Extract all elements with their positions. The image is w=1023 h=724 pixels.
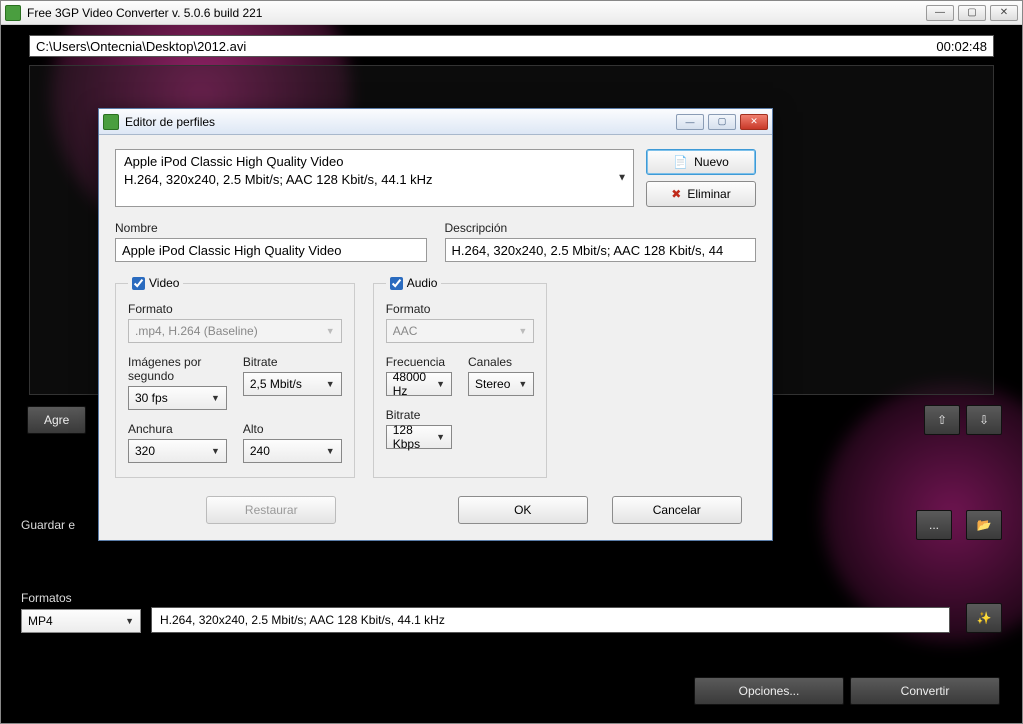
profile-editor-button[interactable]: ✨	[966, 603, 1002, 633]
dialog-maximize-button[interactable]: ▢	[708, 114, 736, 130]
profile-select[interactable]: Apple iPod Classic High Quality Video H.…	[115, 149, 634, 207]
video-enable-checkbox[interactable]	[132, 277, 145, 290]
document-icon: 📄	[673, 155, 688, 169]
name-label: Nombre	[115, 221, 427, 235]
audio-fieldset: Audio Formato AAC▼ Frecuencia 48000 Hz▼	[373, 276, 548, 478]
frequency-label: Frecuencia	[386, 355, 452, 369]
save-label: Guardar e	[21, 518, 75, 532]
video-legend: Video	[128, 276, 183, 290]
open-folder-button[interactable]: 📂	[966, 510, 1002, 540]
format-detail-text: H.264, 320x240, 2.5 Mbit/s; AAC 128 Kbit…	[160, 613, 445, 627]
main-title-text: Free 3GP Video Converter v. 5.0.6 build …	[27, 6, 262, 20]
channels-label: Canales	[468, 355, 534, 369]
dialog-minimize-button[interactable]: —	[676, 114, 704, 130]
video-format-label: Formato	[128, 302, 342, 316]
fps-select[interactable]: 30 fps▼	[128, 386, 227, 410]
description-label: Descripción	[445, 221, 757, 235]
description-input[interactable]	[445, 238, 757, 262]
dialog-app-icon	[103, 114, 119, 130]
file-path-text: C:\Users\Ontecnia\Desktop\2012.avi	[36, 39, 246, 54]
delete-profile-button[interactable]: ✖ Eliminar	[646, 181, 756, 207]
duration-text: 00:02:48	[936, 39, 987, 54]
height-label: Alto	[243, 422, 342, 436]
dialog-title-text: Editor de perfiles	[125, 115, 215, 129]
delete-icon: ✖	[671, 187, 681, 201]
video-fieldset: Video Formato .mp4, H.264 (Baseline)▼ Im…	[115, 276, 355, 478]
cancel-button[interactable]: Cancelar	[612, 496, 742, 524]
main-titlebar: Free 3GP Video Converter v. 5.0.6 build …	[1, 1, 1022, 25]
minimize-button[interactable]: —	[926, 5, 954, 21]
profile-line2: H.264, 320x240, 2.5 Mbit/s; AAC 128 Kbit…	[124, 171, 609, 189]
video-bitrate-label: Bitrate	[243, 355, 342, 369]
ok-button[interactable]: OK	[458, 496, 588, 524]
audio-legend: Audio	[386, 276, 442, 290]
file-path-bar: C:\Users\Ontecnia\Desktop\2012.avi 00:02…	[29, 35, 994, 57]
frequency-select[interactable]: 48000 Hz▼	[386, 372, 452, 396]
add-files-button[interactable]: Agre	[27, 406, 86, 434]
audio-bitrate-label: Bitrate	[386, 408, 452, 422]
move-down-button[interactable]: ⇩	[966, 405, 1002, 435]
fps-label: Imágenes por segundo	[128, 355, 227, 383]
formats-label: Formatos	[21, 591, 141, 605]
profile-editor-dialog: Editor de perfiles — ▢ ✕ Apple iPod Clas…	[98, 108, 773, 541]
profile-line1: Apple iPod Classic High Quality Video	[124, 153, 609, 171]
action-row: Opciones... Convertir	[688, 677, 1000, 705]
dialog-body: Apple iPod Classic High Quality Video H.…	[99, 135, 772, 540]
app-icon	[5, 5, 21, 21]
browse-folder-button[interactable]: ...	[916, 510, 952, 540]
dialog-close-button[interactable]: ✕	[740, 114, 768, 130]
close-button[interactable]: ✕	[990, 5, 1018, 21]
video-bitrate-select[interactable]: 2,5 Mbit/s▼	[243, 372, 342, 396]
options-button[interactable]: Opciones...	[694, 677, 844, 705]
width-select[interactable]: 320▼	[128, 439, 227, 463]
chevron-down-icon: ▼	[617, 171, 627, 185]
video-format-select: .mp4, H.264 (Baseline)▼	[128, 319, 342, 343]
audio-bitrate-select[interactable]: 128 Kbps▼	[386, 425, 452, 449]
channels-select[interactable]: Stereo▼	[468, 372, 534, 396]
new-profile-button[interactable]: 📄 Nuevo	[646, 149, 756, 175]
format-row: Formatos MP4▼ H.264, 320x240, 2.5 Mbit/s…	[21, 591, 1002, 633]
maximize-button[interactable]: ▢	[958, 5, 986, 21]
restore-button: Restaurar	[206, 496, 336, 524]
audio-format-select: AAC▼	[386, 319, 535, 343]
format-detail-box[interactable]: H.264, 320x240, 2.5 Mbit/s; AAC 128 Kbit…	[151, 607, 950, 633]
format-select[interactable]: MP4▼	[21, 609, 141, 633]
audio-format-label: Formato	[386, 302, 535, 316]
dialog-titlebar: Editor de perfiles — ▢ ✕	[99, 109, 772, 135]
audio-enable-checkbox[interactable]	[390, 277, 403, 290]
main-window: Free 3GP Video Converter v. 5.0.6 build …	[0, 0, 1023, 724]
move-up-button[interactable]: ⇧	[924, 405, 960, 435]
name-input[interactable]	[115, 238, 427, 262]
height-select[interactable]: 240▼	[243, 439, 342, 463]
main-body: C:\Users\Ontecnia\Desktop\2012.avi 00:02…	[1, 25, 1022, 723]
convert-button[interactable]: Convertir	[850, 677, 1000, 705]
width-label: Anchura	[128, 422, 227, 436]
